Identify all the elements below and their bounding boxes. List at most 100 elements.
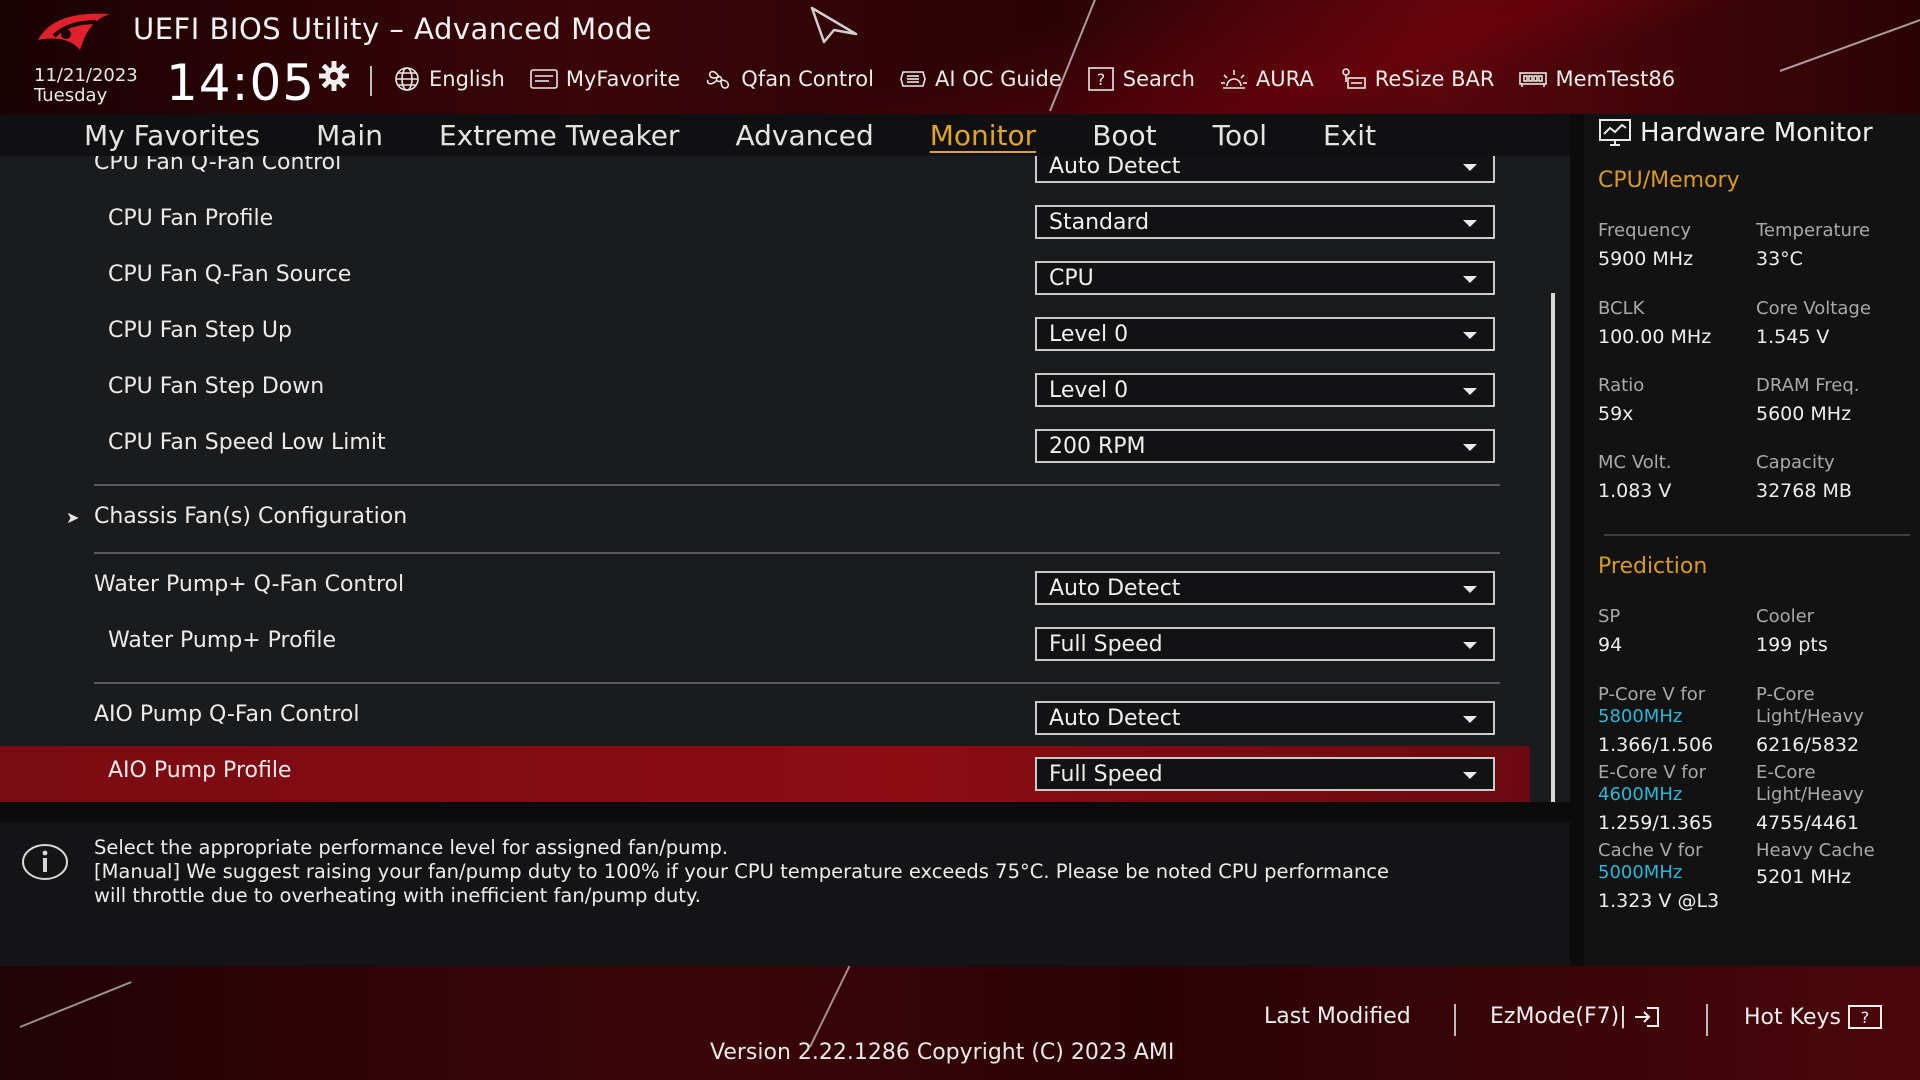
tab-advanced[interactable]: Advanced xyxy=(707,119,901,152)
mouse-cursor-icon xyxy=(810,6,858,44)
hw-value-cooler: 199 pts xyxy=(1756,634,1828,656)
tab-main[interactable]: Main xyxy=(288,119,411,152)
hw-value-dram-freq: 5600 MHz xyxy=(1756,403,1852,425)
tab-exit[interactable]: Exit xyxy=(1295,119,1404,152)
hw-label-pcore-lh: P-Core Light/Heavy xyxy=(1756,684,1864,728)
hw-value-pcore-v: 1.366/1.506 xyxy=(1598,734,1714,756)
help-line: Select the appropriate performance level… xyxy=(94,836,729,859)
clock-time: 14:05 xyxy=(166,54,316,112)
weekday-text: Tuesday xyxy=(34,85,108,106)
cpu-fan-profile-select[interactable]: Standard xyxy=(1035,205,1495,239)
hw-value-capacity: 32768 MB xyxy=(1756,480,1852,502)
caret-down-icon xyxy=(1463,772,1477,779)
setting-row-aio-pump-qfan-control[interactable]: AIO Pump Q-Fan Control Auto Detect xyxy=(0,690,1530,746)
tab-my-favorites[interactable]: My Favorites xyxy=(56,119,288,152)
aio-pump-qfan-control-select[interactable]: Auto Detect xyxy=(1035,701,1495,735)
hw-value-ecore-lh: 4755/4461 xyxy=(1756,812,1860,834)
hw-title-label: Hardware Monitor xyxy=(1640,118,1873,148)
version-text: Version 2.22.1286 Copyright (C) 2023 AMI xyxy=(710,1040,1175,1065)
last-modified-label: Last Modified xyxy=(1264,1004,1411,1029)
section-divider xyxy=(94,682,1500,684)
favorite-icon xyxy=(530,69,558,89)
hw-label-cache-v: Cache V for 5000MHz xyxy=(1598,840,1702,884)
info-icon xyxy=(22,844,68,880)
dropdown-value: Auto Detect xyxy=(1049,576,1181,601)
language-button[interactable]: English xyxy=(392,66,505,92)
myfavorite-label: MyFavorite xyxy=(565,67,681,91)
aio-pump-profile-select[interactable]: Full Speed xyxy=(1035,757,1495,791)
gear-icon[interactable] xyxy=(318,60,350,92)
top-toolbar: English MyFavorite Qfan Control AI OC Gu… xyxy=(392,62,1675,96)
setting-row-cpu-fan-qfan-source[interactable]: CPU Fan Q-Fan Source CPU xyxy=(0,250,1530,306)
footer-divider xyxy=(1454,1004,1456,1036)
caret-down-icon xyxy=(1463,716,1477,723)
resize-bar-button[interactable]: ReSize BAR xyxy=(1338,66,1495,92)
resize-bar-label: ReSize BAR xyxy=(1374,67,1495,91)
hw-value-mc-volt: 1.083 V xyxy=(1598,480,1672,502)
caret-down-icon xyxy=(1463,586,1477,593)
qfan-control-button[interactable]: Qfan Control xyxy=(704,66,874,92)
tab-tool[interactable]: Tool xyxy=(1185,119,1295,152)
tab-boot[interactable]: Boot xyxy=(1064,119,1184,152)
memory-icon xyxy=(1519,72,1548,87)
dropdown-value: Full Speed xyxy=(1049,632,1163,657)
hardware-monitor-title: Hardware Monitor xyxy=(1598,118,1873,148)
cpu-fan-speed-low-limit-select[interactable]: 200 RPM xyxy=(1035,429,1495,463)
setting-row-water-pump-qfan-control[interactable]: Water Pump+ Q-Fan Control Auto Detect xyxy=(0,560,1530,616)
hw-label-sp: SP xyxy=(1598,606,1621,627)
aura-button[interactable]: AURA xyxy=(1219,66,1314,92)
ezmode-label: EzMode(F7)| xyxy=(1490,1004,1627,1029)
hw-label-bclk: BCLK xyxy=(1598,298,1645,319)
setting-row-aio-pump-profile[interactable]: AIO Pump Profile Full Speed xyxy=(0,746,1530,802)
water-pump-qfan-control-select[interactable]: Auto Detect xyxy=(1035,571,1495,605)
hw-label-capacity: Capacity xyxy=(1756,452,1835,473)
setting-row-cpu-fan-speed-low-limit[interactable]: CPU Fan Speed Low Limit 200 RPM xyxy=(0,418,1530,474)
main-nav: My Favorites Main Extreme Tweaker Advanc… xyxy=(0,114,1570,156)
hw-label-pcore-lh-1: P-Core xyxy=(1756,684,1815,705)
cpu-fan-qfan-source-select[interactable]: CPU xyxy=(1035,261,1495,295)
help-line: will throttle due to overheating with in… xyxy=(94,884,701,907)
qfan-control-label: Qfan Control xyxy=(741,67,874,91)
hw-label-ecore-lh: E-Core Light/Heavy xyxy=(1756,762,1864,806)
tab-monitor[interactable]: Monitor xyxy=(902,119,1064,152)
last-modified-button[interactable]: Last Modified xyxy=(1264,1004,1411,1029)
hot-keys-label: Hot Keys xyxy=(1744,1004,1841,1030)
setting-row-cpu-fan-step-down[interactable]: CPU Fan Step Down Level 0 xyxy=(0,362,1530,418)
hw-label-ecore-lh-1: E-Core xyxy=(1756,762,1816,783)
help-line: [Manual] We suggest raising your fan/pum… xyxy=(94,860,1390,883)
submenu-label: Chassis Fan(s) Configuration xyxy=(94,504,408,529)
app-title: UEFI BIOS Utility – Advanced Mode xyxy=(133,12,653,46)
hw-label-heavy-cache: Heavy Cache xyxy=(1756,840,1875,861)
hw-value-heavy-cache: 5201 MHz xyxy=(1756,866,1852,888)
hw-value-cache-v: 1.323 V @L3 xyxy=(1598,890,1720,912)
ezmode-button[interactable]: EzMode(F7)| xyxy=(1490,1004,1661,1029)
footer-bar: Last Modified EzMode(F7)| Hot Keys ? Ver… xyxy=(0,965,1920,1080)
cpu-fan-qfan-control-select[interactable]: Auto Detect xyxy=(1035,156,1495,183)
myfavorite-button[interactable]: MyFavorite xyxy=(529,66,680,92)
hw-label-pcore-v-freq: 5800MHz xyxy=(1598,706,1683,727)
caret-down-icon xyxy=(1463,332,1477,339)
setting-row-cpu-fan-profile[interactable]: CPU Fan Profile Standard xyxy=(0,194,1530,250)
cpu-fan-step-up-select[interactable]: Level 0 xyxy=(1035,317,1495,351)
hw-label-ecore-v-text: E-Core V for xyxy=(1598,762,1707,783)
settings-scrollbar[interactable] xyxy=(1551,293,1555,802)
date-text: 11/21/2023 xyxy=(34,65,138,86)
section-divider xyxy=(94,552,1500,554)
hw-label-ecore-lh-2: Light/Heavy xyxy=(1756,784,1864,805)
memtest86-button[interactable]: MemTest86 xyxy=(1518,66,1675,92)
cpu-fan-step-down-select[interactable]: Level 0 xyxy=(1035,373,1495,407)
bios-screen: UEFI BIOS Utility – Advanced Mode 11/21/… xyxy=(0,0,1920,1080)
setting-row-water-pump-profile[interactable]: Water Pump+ Profile Full Speed xyxy=(0,616,1530,672)
tab-extreme-tweaker[interactable]: Extreme Tweaker xyxy=(411,119,707,152)
chassis-fan-config-link[interactable]: ➤ Chassis Fan(s) Configuration xyxy=(0,492,1530,548)
globe-icon xyxy=(395,67,419,91)
setting-label: AIO Pump Profile xyxy=(108,758,292,783)
ai-oc-guide-button[interactable]: AI OC Guide xyxy=(898,66,1062,92)
hw-value-bclk: 100.00 MHz xyxy=(1598,326,1712,348)
setting-row-cpu-fan-qfan-control[interactable]: CPU Fan Q-Fan Control Auto Detect xyxy=(0,156,1530,194)
setting-row-cpu-fan-step-up[interactable]: CPU Fan Step Up Level 0 xyxy=(0,306,1530,362)
decorative-slash xyxy=(809,965,851,1048)
search-button[interactable]: ? Search xyxy=(1086,66,1195,92)
hot-keys-button[interactable]: Hot Keys ? xyxy=(1744,1004,1883,1030)
water-pump-profile-select[interactable]: Full Speed xyxy=(1035,627,1495,661)
